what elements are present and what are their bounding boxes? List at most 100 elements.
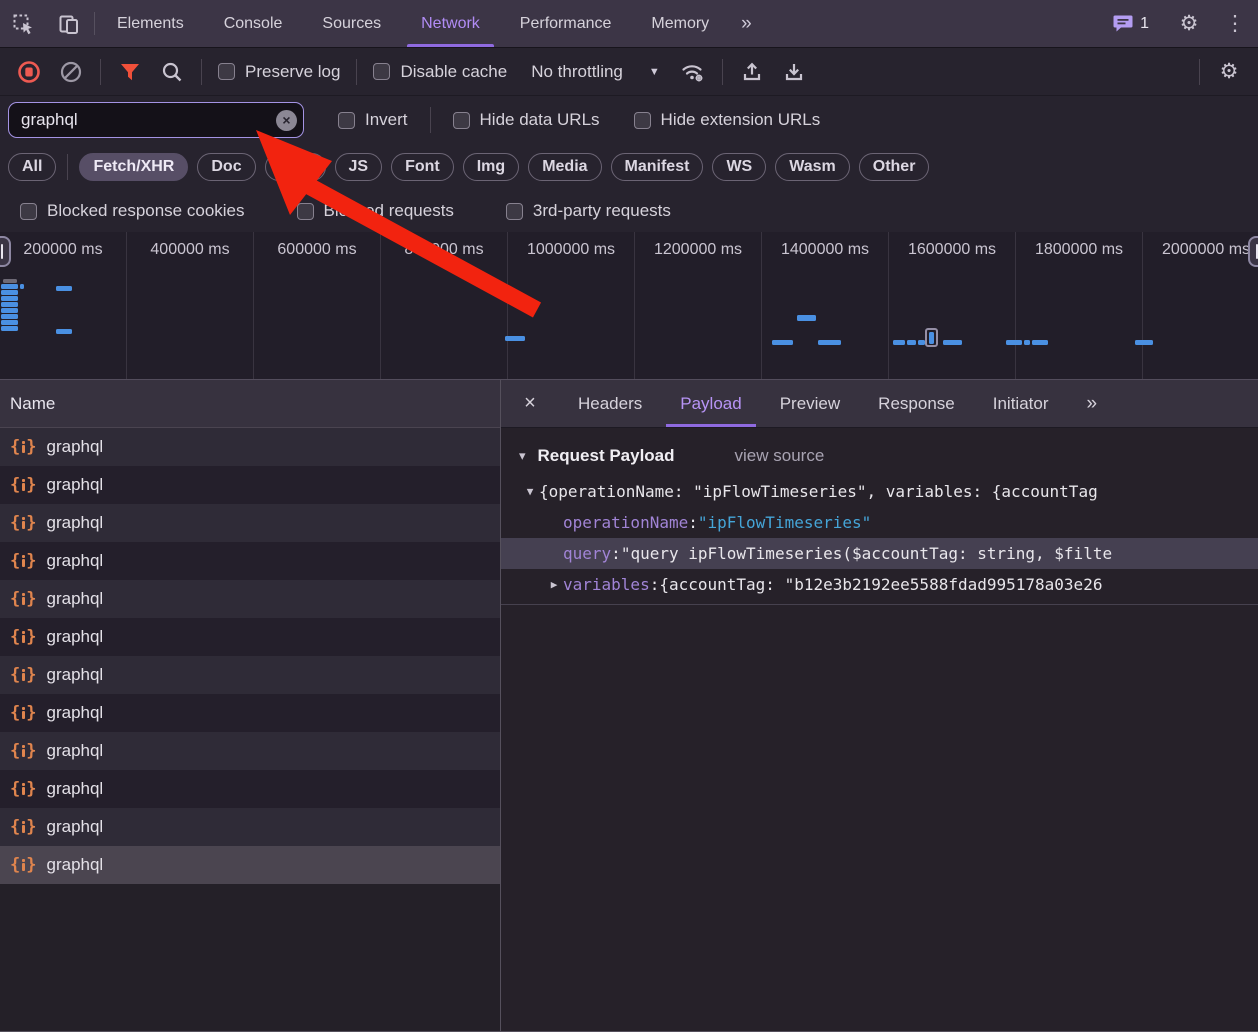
timeline-left-handle[interactable] (0, 236, 11, 267)
hide-extension-urls-checkbox[interactable]: Hide extension URLs (628, 110, 827, 130)
table-row[interactable]: {}graphql (0, 732, 500, 770)
search-button[interactable] (153, 55, 191, 89)
invert-checkbox[interactable]: Invert (332, 110, 414, 130)
throttling-select[interactable]: No throttling ▼ (517, 62, 670, 82)
table-row[interactable]: {}graphql (0, 428, 500, 466)
close-details-icon[interactable]: × (501, 380, 559, 427)
tab-performance[interactable]: Performance (500, 0, 632, 47)
table-row[interactable]: {}graphql (0, 656, 500, 694)
waterfall-bar[interactable] (818, 340, 841, 345)
payload-entry-row[interactable]: ▶ variables: {accountTag: "b12e3b2192ee5… (501, 569, 1258, 600)
waterfall-bar[interactable] (1135, 340, 1153, 345)
table-row[interactable]: {}graphql (0, 466, 500, 504)
waterfall-bar[interactable] (1, 320, 18, 325)
chip-manifest[interactable]: Manifest (611, 153, 704, 181)
network-overview-timeline[interactable]: 200000 ms 400000 ms 600000 ms 800000 ms … (0, 232, 1258, 380)
network-settings-gear-icon[interactable]: ⚙ (1210, 55, 1248, 89)
blocked-response-cookies-checkbox[interactable]: Blocked response cookies (14, 201, 251, 221)
expand-triangle-icon[interactable]: ▶ (545, 578, 563, 591)
payload-entry-row-selected[interactable]: query: "query ipFlowTimeseries($accountT… (501, 538, 1258, 569)
tab-sources[interactable]: Sources (302, 0, 401, 47)
tab-response[interactable]: Response (859, 380, 974, 427)
checkbox-box[interactable] (297, 203, 314, 220)
tab-console[interactable]: Console (204, 0, 303, 47)
toggle-device-toolbar-button[interactable] (46, 0, 92, 47)
checkbox-box[interactable] (506, 203, 523, 220)
checkbox-box[interactable] (634, 112, 651, 129)
waterfall-bar[interactable] (1, 284, 18, 289)
clear-network-log-button[interactable] (52, 55, 90, 89)
blocked-requests-checkbox[interactable]: Blocked requests (291, 201, 460, 221)
table-row[interactable]: {}graphql (0, 694, 500, 732)
hide-data-urls-checkbox[interactable]: Hide data URLs (447, 110, 606, 130)
waterfall-bar[interactable] (1, 302, 18, 307)
more-tabs-button[interactable]: » (729, 0, 764, 47)
chip-js[interactable]: JS (335, 153, 383, 181)
checkbox-box[interactable] (20, 203, 37, 220)
waterfall-bar[interactable] (893, 340, 905, 345)
table-row[interactable]: {}graphql (0, 504, 500, 542)
waterfall-bar[interactable] (1032, 340, 1048, 345)
waterfall-bar[interactable] (1, 308, 18, 313)
chip-font[interactable]: Font (391, 153, 454, 181)
more-details-tabs-button[interactable]: » (1067, 380, 1116, 427)
chip-fetch-xhr[interactable]: Fetch/XHR (79, 153, 188, 181)
waterfall-bar[interactable] (1, 314, 18, 319)
waterfall-bar[interactable] (1006, 340, 1022, 345)
payload-entry-row[interactable]: operationName: "ipFlowTimeseries" (501, 507, 1258, 538)
tab-initiator[interactable]: Initiator (974, 380, 1068, 427)
collapse-triangle-icon[interactable]: ▾ (519, 448, 526, 464)
waterfall-bar[interactable] (1, 290, 18, 295)
waterfall-bar[interactable] (943, 340, 962, 345)
name-column-header[interactable]: Name (0, 380, 500, 428)
chip-doc[interactable]: Doc (197, 153, 255, 181)
waterfall-bar[interactable] (505, 336, 525, 341)
chip-media[interactable]: Media (528, 153, 601, 181)
third-party-requests-checkbox[interactable]: 3rd-party requests (500, 201, 677, 221)
disable-cache-checkbox[interactable]: Disable cache (367, 62, 513, 82)
checkbox-box[interactable] (373, 63, 390, 80)
expand-triangle-icon[interactable]: ▼ (521, 485, 539, 498)
waterfall-bar[interactable] (1024, 340, 1030, 345)
timeline-right-handle[interactable] (1248, 236, 1258, 267)
settings-gear-icon[interactable]: ⚙ (1166, 11, 1212, 36)
filter-input[interactable] (9, 110, 303, 130)
tab-memory[interactable]: Memory (631, 0, 729, 47)
export-har-button[interactable] (775, 55, 813, 89)
chip-css[interactable]: CSS (265, 153, 326, 181)
waterfall-bar[interactable] (20, 284, 24, 289)
waterfall-bar[interactable] (797, 315, 816, 321)
tab-payload[interactable]: Payload (661, 380, 760, 427)
waterfall-bar[interactable] (56, 329, 72, 334)
filter-toggle-button[interactable] (111, 55, 149, 89)
chip-wasm[interactable]: Wasm (775, 153, 850, 181)
chip-ws[interactable]: WS (712, 153, 766, 181)
waterfall-bar[interactable] (918, 340, 925, 345)
table-row[interactable]: {}graphql (0, 618, 500, 656)
checkbox-box[interactable] (218, 63, 235, 80)
import-har-button[interactable] (733, 55, 771, 89)
checkbox-box[interactable] (338, 112, 355, 129)
tab-elements[interactable]: Elements (97, 0, 204, 47)
chip-other[interactable]: Other (859, 153, 930, 181)
preserve-log-checkbox[interactable]: Preserve log (212, 62, 346, 82)
waterfall-bar[interactable] (907, 340, 916, 345)
tab-preview[interactable]: Preview (761, 380, 859, 427)
table-row[interactable]: {}graphql (0, 808, 500, 846)
clear-filter-icon[interactable]: × (276, 110, 297, 131)
record-network-log-button[interactable] (10, 55, 48, 89)
payload-summary-row[interactable]: ▼ {operationName: "ipFlowTimeseries", va… (501, 476, 1258, 507)
view-source-link[interactable]: view source (735, 446, 825, 466)
waterfall-bar[interactable] (1, 326, 18, 331)
network-conditions-button[interactable] (674, 55, 712, 89)
checkbox-box[interactable] (453, 112, 470, 129)
waterfall-bar[interactable] (3, 279, 17, 283)
waterfall-bar[interactable] (772, 340, 793, 345)
waterfall-bar[interactable] (1, 296, 18, 301)
tab-network[interactable]: Network (401, 0, 500, 47)
table-row[interactable]: {}graphql (0, 580, 500, 618)
chip-img[interactable]: Img (463, 153, 519, 181)
issues-button[interactable]: 1 (1101, 14, 1161, 33)
table-row[interactable]: {}graphql (0, 770, 500, 808)
waterfall-bar[interactable] (56, 286, 72, 291)
